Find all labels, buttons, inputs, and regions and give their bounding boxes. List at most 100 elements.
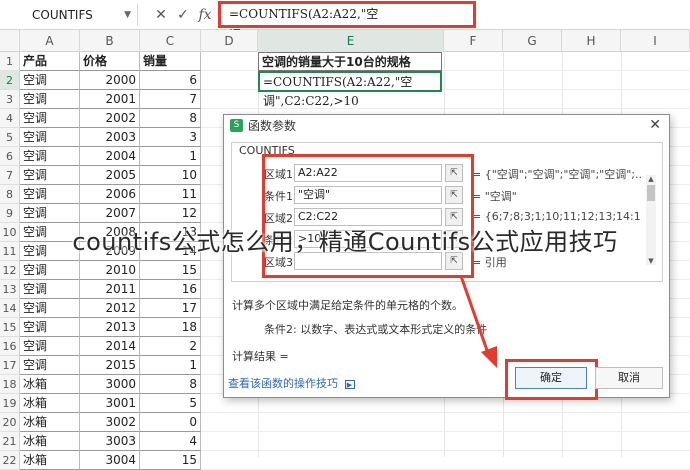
cell-price[interactable]: 2003 bbox=[80, 128, 140, 147]
column-header-h[interactable]: H bbox=[562, 30, 621, 52]
cell-cat[interactable]: 冰箱 bbox=[20, 394, 80, 413]
cell-sales[interactable]: 4 bbox=[140, 432, 201, 451]
cell-price[interactable]: 2001 bbox=[80, 90, 140, 109]
cell-price[interactable]: 2005 bbox=[80, 166, 140, 185]
cell-sales[interactable]: 1 bbox=[140, 356, 201, 375]
cell-sales[interactable]: 17 bbox=[140, 299, 201, 318]
row-header[interactable]: 5 bbox=[0, 128, 20, 147]
cell-cat[interactable]: 空调 bbox=[20, 318, 80, 337]
cell-e1[interactable]: 空调的销量大于10台的规格 bbox=[258, 52, 442, 71]
cell-sales[interactable]: 18 bbox=[140, 318, 201, 337]
cell-cat[interactable]: 空调 bbox=[20, 356, 80, 375]
column-header-i[interactable]: I bbox=[621, 30, 690, 52]
row-header[interactable]: 16 bbox=[0, 337, 20, 356]
column-header-a[interactable]: A bbox=[20, 30, 80, 52]
row-header[interactable]: 3 bbox=[0, 90, 20, 109]
column-header-f[interactable]: F bbox=[444, 30, 503, 52]
row-header[interactable]: 13 bbox=[0, 280, 20, 299]
cell-sales[interactable]: 6 bbox=[140, 71, 201, 90]
cell-sales[interactable]: 0 bbox=[140, 413, 201, 432]
name-box[interactable]: COUNTIFS ▼ bbox=[0, 4, 138, 26]
cell-cat[interactable]: 空调 bbox=[20, 280, 80, 299]
cell-e2-active[interactable]: =COUNTIFS(A2:A22,"空调",C2:C22,>10 bbox=[258, 71, 442, 108]
cell-cat[interactable]: 空调 bbox=[20, 90, 80, 109]
cell-cat[interactable]: 冰箱 bbox=[20, 432, 80, 451]
cell-cat[interactable]: 空调 bbox=[20, 204, 80, 223]
column-header-d[interactable]: D bbox=[201, 30, 258, 52]
row-header[interactable]: 4 bbox=[0, 109, 20, 128]
column-header-c[interactable]: C bbox=[140, 30, 201, 52]
cell-cat[interactable]: 空调 bbox=[20, 261, 80, 280]
row-header[interactable]: 21 bbox=[0, 432, 20, 451]
cell-price[interactable]: 3003 bbox=[80, 432, 140, 451]
column-header-g[interactable]: G bbox=[503, 30, 562, 52]
video-icon[interactable]: ▶ bbox=[344, 380, 355, 389]
cell-cat[interactable]: 空调 bbox=[20, 128, 80, 147]
cell-sales[interactable]: 1 bbox=[140, 147, 201, 166]
cell-sales[interactable]: 3 bbox=[140, 128, 201, 147]
cancel-button[interactable]: 取消 bbox=[595, 367, 663, 389]
cell-price[interactable]: 2012 bbox=[80, 299, 140, 318]
check-icon[interactable]: ✓ bbox=[172, 4, 194, 26]
x-icon[interactable]: ✕ bbox=[150, 4, 172, 26]
cell-sales[interactable]: 8 bbox=[140, 109, 201, 128]
cell-price[interactable]: 3004 bbox=[80, 451, 140, 470]
row-header[interactable]: 2 bbox=[0, 71, 20, 90]
cell-sales[interactable]: 5 bbox=[140, 394, 201, 413]
cell-cat[interactable]: 冰箱 bbox=[20, 413, 80, 432]
row-header[interactable]: 20 bbox=[0, 413, 20, 432]
row-header[interactable]: 15 bbox=[0, 318, 20, 337]
header-cell-cat[interactable]: 产品 bbox=[20, 52, 80, 71]
cell-sales[interactable]: 15 bbox=[140, 451, 201, 470]
cell-price[interactable]: 2000 bbox=[80, 71, 140, 90]
row-header[interactable]: 8 bbox=[0, 185, 20, 204]
cell-sales[interactable]: 16 bbox=[140, 280, 201, 299]
cell-cat[interactable]: 空调 bbox=[20, 166, 80, 185]
cell-price[interactable]: 3002 bbox=[80, 413, 140, 432]
row-header[interactable]: 14 bbox=[0, 299, 20, 318]
row-header[interactable]: 18 bbox=[0, 375, 20, 394]
tips-link-label[interactable]: 查看该函数的操作技巧 bbox=[228, 377, 338, 390]
cell-sales[interactable]: 2 bbox=[140, 337, 201, 356]
close-icon[interactable]: ✕ bbox=[649, 117, 661, 133]
cell-sales[interactable]: 8 bbox=[140, 375, 201, 394]
cell-cat[interactable]: 空调 bbox=[20, 337, 80, 356]
row-header[interactable]: 22 bbox=[0, 451, 20, 470]
cell-price[interactable]: 2011 bbox=[80, 280, 140, 299]
row-header[interactable]: 7 bbox=[0, 166, 20, 185]
cell-price[interactable]: 3000 bbox=[80, 375, 140, 394]
cell-sales[interactable]: 12 bbox=[140, 204, 201, 223]
cell-price[interactable]: 2015 bbox=[80, 356, 140, 375]
cell-cat[interactable]: 空调 bbox=[20, 299, 80, 318]
row-header[interactable]: 17 bbox=[0, 356, 20, 375]
cell-cat[interactable]: 空调 bbox=[20, 109, 80, 128]
header-cell-price[interactable]: 价格 bbox=[80, 52, 140, 71]
cell-cat[interactable]: 空调 bbox=[20, 71, 80, 90]
cell-price[interactable]: 2013 bbox=[80, 318, 140, 337]
cell-sales[interactable]: 7 bbox=[140, 90, 201, 109]
cell-cat[interactable]: 空调 bbox=[20, 147, 80, 166]
column-header-e[interactable]: E bbox=[258, 30, 444, 52]
row-header[interactable]: 1 bbox=[0, 52, 20, 71]
cell-sales[interactable]: 10 bbox=[140, 166, 201, 185]
header-cell-sales[interactable]: 销量 bbox=[140, 52, 201, 71]
tips-link[interactable]: 查看该函数的操作技巧 ▶ bbox=[228, 375, 355, 391]
cell-cat[interactable]: 冰箱 bbox=[20, 451, 80, 470]
row-header[interactable]: 19 bbox=[0, 394, 20, 413]
cell-price[interactable]: 2006 bbox=[80, 185, 140, 204]
cell-price[interactable]: 2010 bbox=[80, 261, 140, 280]
cell-price[interactable]: 3001 bbox=[80, 394, 140, 413]
cell-price[interactable]: 2002 bbox=[80, 109, 140, 128]
cell-price[interactable]: 2004 bbox=[80, 147, 140, 166]
ok-button[interactable]: 确定 bbox=[515, 367, 587, 389]
cell-sales[interactable]: 11 bbox=[140, 185, 201, 204]
cell-price[interactable]: 2007 bbox=[80, 204, 140, 223]
cell-sales[interactable]: 15 bbox=[140, 261, 201, 280]
row-header[interactable]: 9 bbox=[0, 204, 20, 223]
column-header-b[interactable]: B bbox=[80, 30, 140, 52]
scroll-down-icon[interactable]: ▼ bbox=[646, 257, 656, 265]
row-header[interactable]: 12 bbox=[0, 261, 20, 280]
cell-cat[interactable]: 冰箱 bbox=[20, 375, 80, 394]
cell-cat[interactable]: 空调 bbox=[20, 185, 80, 204]
row-header[interactable]: 6 bbox=[0, 147, 20, 166]
